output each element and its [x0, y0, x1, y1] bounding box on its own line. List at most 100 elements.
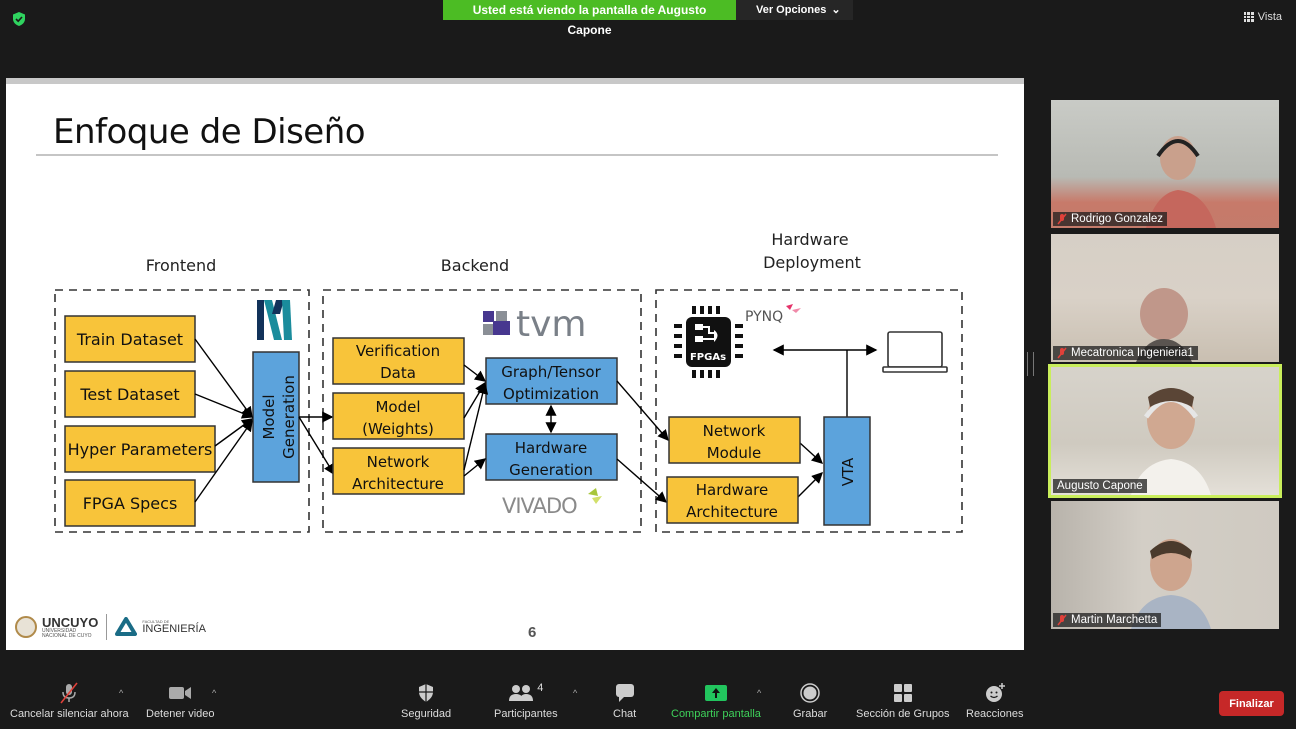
panel-resize-handle[interactable] [1027, 352, 1034, 376]
shield-icon [419, 684, 434, 702]
breakout-rooms-button[interactable]: Sección de Grupos [856, 682, 950, 720]
svg-text:Module: Module [707, 444, 762, 462]
hardware-generation-block: Hardware Generation [485, 433, 618, 481]
end-meeting-button[interactable]: Finalizar [1219, 691, 1284, 716]
svg-text:Optimization: Optimization [503, 385, 599, 403]
chat-bubble-icon [615, 684, 634, 702]
view-label: Vista [1257, 11, 1282, 23]
participants-count: 4 [537, 682, 544, 694]
video-tile[interactable]: Mecatronica Ingenieria1 [1051, 234, 1279, 362]
svg-text:FPGA Specs: FPGA Specs [83, 494, 178, 513]
video-tile[interactable]: Martin Marchetta [1051, 501, 1279, 629]
svg-text:Generation: Generation [509, 461, 593, 479]
faculty-name: INGENIERÍA [142, 622, 206, 635]
svg-text:FPGAs: FPGAs [690, 352, 726, 363]
view-button[interactable]: Vista [1243, 11, 1282, 23]
pynq-logo-icon: PYNQ [745, 304, 801, 325]
frontend-input-hyper-parameters: Hyper Parameters [64, 425, 216, 473]
svg-text:(Weights): (Weights) [362, 420, 434, 438]
university-sub-2: NACIONAL DE CUYO [42, 632, 92, 639]
graph-tensor-optimization-block: Graph/Tensor Optimization [485, 357, 618, 405]
svg-text:Network: Network [703, 422, 766, 440]
reaction-smiley-icon [985, 683, 1005, 702]
backend-input-network-architecture: Network Architecture [332, 447, 465, 495]
svg-text:Train Dataset: Train Dataset [76, 330, 183, 349]
view-options-label: Ver Opciones [756, 4, 827, 16]
record-icon [800, 683, 820, 703]
svg-text:Test Dataset: Test Dataset [79, 385, 179, 404]
mic-muted-icon [1057, 347, 1067, 359]
shared-screen-slide: Enfoque de Diseño Frontend Backend Hardw… [6, 78, 1024, 650]
frontend-input-test-dataset: Test Dataset [64, 370, 196, 418]
video-tile[interactable]: Rodrigo Gonzalez [1051, 100, 1279, 228]
deployment-label-line2: Deployment [763, 253, 861, 272]
tvm-logo-icon: tvm [483, 304, 587, 345]
mic-muted-icon [60, 682, 78, 704]
participant-name-label: Augusto Capone [1053, 479, 1147, 493]
share-options-caret-icon[interactable]: ^ [757, 688, 761, 698]
meeting-toolbar: Cancelar silenciar ahora ^ Detener video… [0, 672, 1296, 729]
svg-text:Data: Data [380, 364, 416, 382]
slide-page-number: 6 [528, 624, 537, 641]
svg-text:Hardware: Hardware [696, 481, 768, 499]
uncuyo-footer-logo: UNCUYO UNIVERSIDAD NACIONAL DE CUYO FACU… [15, 614, 206, 640]
video-camera-icon [169, 687, 192, 699]
engineering-faculty-icon [115, 617, 138, 636]
svg-text:Architecture: Architecture [352, 475, 444, 493]
fpga-chip-icon: FPGAs [674, 306, 743, 378]
sharing-status-text: Usted está viendo la pantalla de Augusto… [443, 0, 736, 37]
grid-view-icon [1243, 12, 1254, 22]
vta-block: VTA [823, 416, 871, 526]
backend-input-model-weights: Model (Weights) [332, 392, 465, 440]
reactions-button[interactable]: Reacciones [966, 682, 1023, 720]
video-options-caret-icon[interactable]: ^ [212, 688, 216, 698]
svg-text:Model: Model [260, 394, 278, 439]
mic-muted-icon [1057, 614, 1067, 626]
participant-name-label: Martin Marchetta [1053, 613, 1162, 627]
vivado-logo-icon: VIVADO [502, 488, 602, 518]
svg-text:Verification: Verification [356, 342, 440, 360]
chat-button[interactable]: Chat [613, 682, 636, 720]
participants-button[interactable]: 4 Participantes [494, 682, 558, 720]
audio-options-caret-icon[interactable]: ^ [119, 688, 123, 698]
svg-text:VTA: VTA [839, 457, 857, 486]
record-button[interactable]: Grabar [793, 682, 827, 720]
frontend-label: Frontend [146, 256, 217, 275]
share-screen-button[interactable]: Compartir pantalla [671, 682, 761, 720]
security-button[interactable]: Seguridad [401, 682, 451, 720]
svg-text:tvm: tvm [516, 304, 587, 345]
breakout-grid-icon [893, 684, 912, 702]
participants-options-caret-icon[interactable]: ^ [573, 688, 577, 698]
view-options-button[interactable]: Ver Opciones ⌄ [736, 0, 853, 20]
svg-text:Architecture: Architecture [686, 503, 778, 521]
chevron-down-icon: ⌄ [831, 4, 841, 16]
svg-text:Network: Network [367, 453, 430, 471]
svg-text:Hardware: Hardware [515, 439, 587, 457]
svg-text:Model: Model [375, 398, 420, 416]
backend-label: Backend [441, 256, 509, 275]
svg-text:PYNQ: PYNQ [745, 309, 783, 325]
participant-video-icon [1131, 388, 1211, 495]
video-tile-active-speaker[interactable]: Augusto Capone [1048, 364, 1282, 498]
deployment-input-hardware-architecture: Hardware Architecture [666, 476, 799, 524]
university-name: UNCUYO [42, 614, 99, 630]
security-shield-icon[interactable] [11, 11, 27, 27]
screen-share-banner: Usted está viendo la pantalla de Augusto… [443, 0, 853, 37]
uncuyo-seal-icon [15, 616, 37, 638]
svg-text:Generation: Generation [280, 375, 298, 459]
svg-text:Graph/Tensor: Graph/Tensor [501, 363, 601, 381]
laptop-icon [882, 331, 948, 373]
design-approach-diagram: Frontend Backend Hardware Deployment Tra… [54, 230, 963, 533]
mic-muted-icon [1057, 213, 1067, 225]
svg-text:VIVADO: VIVADO [502, 494, 577, 518]
participant-name-label: Mecatronica Ingenieria1 [1053, 346, 1198, 360]
svg-text:Hyper Parameters: Hyper Parameters [68, 440, 213, 459]
deployment-input-network-module: Network Module [668, 416, 801, 464]
unmute-button[interactable]: Cancelar silenciar ahora [10, 682, 129, 720]
deployment-label-line1: Hardware [771, 230, 848, 249]
share-screen-arrow-icon [704, 685, 727, 701]
frontend-input-train-dataset: Train Dataset [64, 315, 196, 363]
stop-video-button[interactable]: Detener video [146, 682, 215, 720]
participant-name-label: Rodrigo Gonzalez [1053, 212, 1168, 226]
footer-divider [106, 614, 108, 640]
